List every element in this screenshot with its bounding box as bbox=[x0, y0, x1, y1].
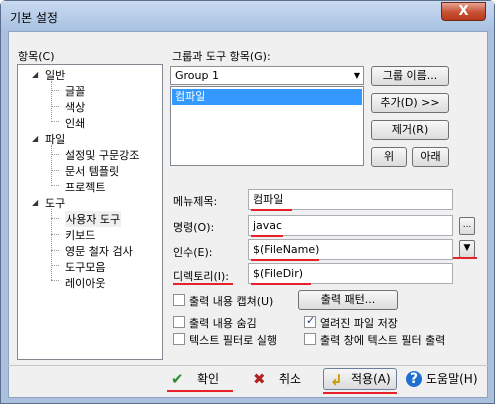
tree-item-toolbar[interactable]: 도구모음 bbox=[65, 259, 105, 275]
title-bar: 기본 설정 X bbox=[1, 1, 494, 31]
annotation-underline bbox=[173, 283, 233, 285]
capture-output-label: 출력 내용 캡쳐(U) bbox=[189, 295, 274, 308]
tree-connector bbox=[51, 280, 59, 281]
tree-connector bbox=[51, 81, 52, 119]
tree-label: 항목(C) bbox=[18, 50, 55, 63]
tool-list[interactable]: 컴파일 bbox=[170, 86, 364, 166]
annotation-underline bbox=[323, 392, 397, 394]
apply-label: 적용(A) bbox=[351, 372, 391, 386]
dialog-window: 기본 설정 X 항목(C) ◢ 일반 글꼴 색상 인쇄 ◢ 파일 설정및 구문강… bbox=[0, 0, 495, 404]
dropdown-arrow-icon: ▼ bbox=[353, 71, 360, 80]
tree-connector bbox=[51, 170, 59, 171]
group-name-button[interactable]: 그룹 이름... bbox=[371, 66, 449, 86]
hide-output-checkbox[interactable] bbox=[173, 316, 185, 328]
tree-item-user-tools[interactable]: 사용자 도구 bbox=[65, 211, 122, 227]
expand-arrow-icon[interactable]: ◢ bbox=[32, 134, 38, 143]
expand-arrow-icon[interactable]: ◢ bbox=[32, 70, 38, 79]
tree-item-print[interactable]: 인쇄 bbox=[65, 115, 85, 131]
text-filter-checkbox[interactable] bbox=[173, 333, 185, 345]
tree-group-general[interactable]: 일반 bbox=[45, 67, 65, 83]
tree-item-layout[interactable]: 레이아웃 bbox=[65, 275, 105, 291]
tree-group-tools[interactable]: 도구 bbox=[45, 195, 65, 211]
tree-item-template[interactable]: 문서 템플릿 bbox=[65, 163, 119, 179]
args-field[interactable]: $(FileName) bbox=[248, 239, 453, 260]
save-files-label: 열려진 파일 저장 bbox=[320, 317, 398, 330]
menu-title-label: 메뉴제목: bbox=[173, 195, 218, 208]
add-button[interactable]: 추가(D) >> bbox=[371, 93, 449, 113]
group-combo-value: Group 1 bbox=[175, 69, 219, 82]
window-title: 기본 설정 bbox=[10, 11, 58, 25]
tree-item-color[interactable]: 색상 bbox=[65, 99, 85, 115]
move-down-button[interactable]: 아래 bbox=[412, 147, 449, 167]
tree-item-spellcheck[interactable]: 영문 철자 검사 bbox=[65, 243, 133, 259]
text-filter-label: 텍스트 필터로 실행 bbox=[189, 334, 277, 347]
annotation-underline bbox=[167, 390, 233, 392]
footer-separator bbox=[8, 365, 488, 366]
menu-title-field[interactable]: 컴파일 bbox=[248, 189, 453, 210]
tree-connector bbox=[51, 234, 59, 235]
category-tree[interactable]: ◢ 일반 글꼴 색상 인쇄 ◢ 파일 설정및 구문강조 문서 템플릿 프로젝트 … bbox=[17, 64, 163, 360]
help-button[interactable]: ? 도움말(H) bbox=[406, 369, 488, 389]
annotation-underline bbox=[453, 257, 477, 259]
tree-connector bbox=[51, 106, 59, 107]
capture-output-checkbox[interactable] bbox=[173, 294, 185, 306]
move-up-button[interactable]: 위 bbox=[371, 147, 407, 167]
output-filter-label: 출력 창에 텍스트 필터 출력 bbox=[320, 334, 446, 347]
cross-icon: ✖ bbox=[253, 370, 266, 388]
command-field[interactable]: javac bbox=[248, 215, 453, 236]
tree-connector bbox=[51, 90, 59, 91]
close-button[interactable]: X bbox=[441, 2, 486, 21]
tree-connector bbox=[51, 250, 59, 251]
output-pattern-button[interactable]: 출력 패턴... bbox=[298, 290, 398, 310]
help-icon: ? bbox=[406, 371, 422, 387]
apply-button[interactable]: ↲ 적용(A) bbox=[323, 368, 397, 390]
help-label: 도움말(H) bbox=[426, 372, 478, 386]
args-menu-button[interactable]: ▼ bbox=[459, 240, 475, 258]
expand-arrow-icon[interactable]: ◢ bbox=[32, 198, 38, 207]
groups-label: 그룹과 도구 항목(G): bbox=[172, 50, 271, 63]
tree-connector bbox=[51, 121, 59, 122]
tree-connector bbox=[51, 185, 59, 186]
tree-item-font[interactable]: 글꼴 bbox=[65, 83, 85, 99]
group-combo[interactable]: Group 1 ▼ bbox=[170, 66, 364, 85]
dir-field[interactable]: $(FileDir) bbox=[248, 263, 453, 284]
tree-connector bbox=[51, 209, 52, 280]
annotation-underline bbox=[251, 259, 319, 261]
hide-output-label: 출력 내용 숨김 bbox=[189, 317, 257, 330]
tree-item-syntax[interactable]: 설정및 구문강조 bbox=[65, 147, 139, 163]
annotation-underline bbox=[251, 283, 311, 285]
tree-connector bbox=[51, 145, 52, 183]
tree-group-file[interactable]: 파일 bbox=[45, 131, 65, 147]
annotation-underline bbox=[251, 209, 292, 211]
tree-item-project[interactable]: 프로젝트 bbox=[65, 179, 105, 195]
tree-item-keyboard[interactable]: 키보드 bbox=[65, 227, 95, 243]
remove-button[interactable]: 제거(R) bbox=[371, 120, 449, 140]
args-label: 인수(E): bbox=[173, 246, 213, 259]
tree-connector bbox=[51, 218, 59, 219]
ok-button[interactable]: ✔ 확인 bbox=[171, 369, 241, 389]
command-label: 명령(O): bbox=[173, 221, 215, 234]
list-item[interactable]: 컴파일 bbox=[172, 89, 362, 105]
output-filter-checkbox[interactable] bbox=[304, 333, 316, 345]
browse-button[interactable]: ... bbox=[459, 217, 475, 235]
ok-label: 확인 bbox=[197, 372, 220, 386]
save-files-checkbox[interactable] bbox=[304, 314, 316, 328]
checkmark-icon: ✔ bbox=[171, 370, 184, 388]
cancel-button[interactable]: ✖ 취소 bbox=[253, 369, 313, 389]
dir-label: 디렉토리(I): bbox=[173, 270, 230, 283]
tree-connector bbox=[51, 265, 59, 266]
tree-connector bbox=[51, 154, 59, 155]
apply-arrow-icon: ↲ bbox=[330, 371, 343, 389]
dropdown-arrow-icon: ▼ bbox=[463, 243, 471, 253]
cancel-label: 취소 bbox=[279, 372, 302, 386]
annotation-underline bbox=[251, 235, 283, 237]
